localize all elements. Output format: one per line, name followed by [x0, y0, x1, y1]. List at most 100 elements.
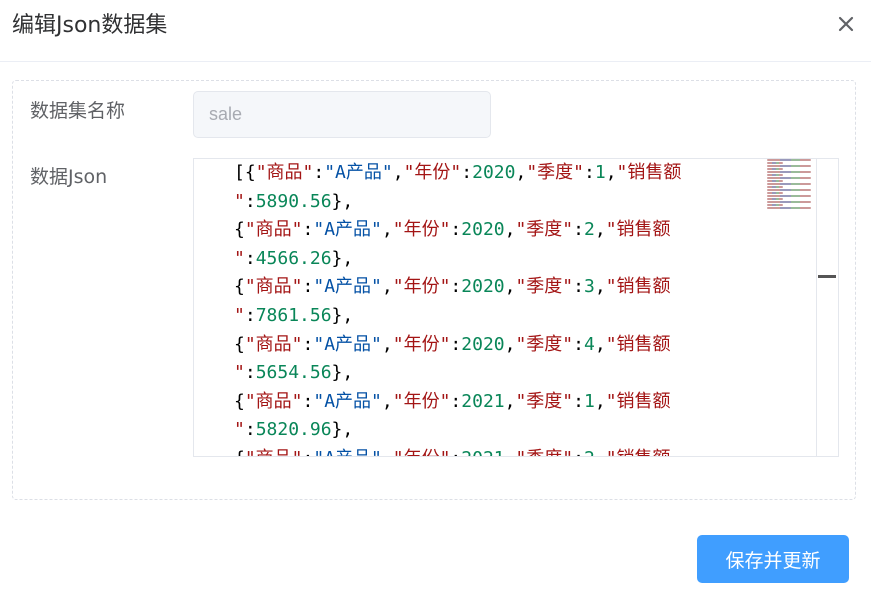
code-token: ,: [504, 333, 516, 355]
minimap-line: [767, 180, 783, 182]
code-token: },: [331, 362, 354, 384]
code-token: "A产品": [313, 219, 382, 241]
minimap-line: [767, 162, 783, 164]
code-token: 5890.56: [255, 190, 332, 212]
dialog-title: 编辑Json数据集: [12, 13, 168, 38]
save-and-update-button[interactable]: 保存并更新: [697, 535, 849, 583]
code-token: "年份": [392, 219, 451, 241]
code-token: "商品": [244, 276, 303, 298]
code-token: "商品": [245, 448, 303, 456]
code-token: {: [234, 276, 245, 298]
code-token: :: [244, 362, 256, 384]
code-token: "销售额: [605, 333, 671, 355]
code-token: [{: [234, 162, 256, 183]
minimap-line: [767, 183, 811, 185]
minimap-line: [767, 168, 783, 170]
code-token: ,: [515, 162, 527, 183]
code-token: ,: [594, 219, 606, 241]
minimap-line: [767, 165, 811, 167]
code-token: ,: [381, 390, 393, 412]
code-token: ": [234, 304, 245, 326]
code-token: 2: [584, 448, 595, 456]
code-token: :: [584, 162, 595, 183]
code-token: "年份": [403, 162, 462, 183]
code-token: "销售额: [605, 390, 671, 412]
code-token: "A产品": [313, 448, 382, 456]
code-token: 1: [594, 162, 606, 183]
code-token: :: [244, 419, 256, 441]
code-line: {"商品":"A产品","年份":2021,"季度":2,"销售额: [234, 445, 804, 456]
code-token: 1: [584, 390, 595, 412]
code-token: {: [234, 448, 245, 456]
code-line: {"商品":"A产品","年份":2020,"季度":3,"销售额: [234, 273, 804, 302]
editor-minimap[interactable]: [767, 159, 815, 211]
code-line: {"商品":"A产品","年份":2020,"季度":2,"销售额: [234, 216, 804, 245]
code-token: ,: [504, 276, 516, 298]
code-token: },: [331, 247, 354, 269]
code-token: :: [573, 448, 584, 456]
code-token: 2021: [461, 390, 505, 412]
code-token: "季度": [515, 390, 574, 412]
code-token: "销售额: [605, 276, 671, 298]
code-content[interactable]: [{"商品":"A产品","年份":2020,"季度":1,"销售额 ":5890…: [234, 159, 804, 456]
code-token: "商品": [244, 333, 303, 355]
editor-scrollbar-thumb[interactable]: [818, 275, 836, 278]
code-token: },: [331, 419, 354, 441]
code-line: {"商品":"A产品","年份":2020,"季度":4,"销售额: [234, 331, 804, 360]
code-token: :: [573, 333, 584, 355]
code-token: :: [244, 247, 256, 269]
code-token: :: [573, 219, 584, 241]
code-token: ,: [504, 219, 516, 241]
dataset-name-input[interactable]: [193, 91, 491, 138]
minimap-line: [767, 201, 811, 203]
code-line: ":4566.26},: [234, 245, 804, 274]
minimap-line: [767, 207, 811, 209]
code-token: 4: [584, 333, 595, 355]
code-token: "年份": [392, 333, 451, 355]
code-token: ,: [381, 219, 393, 241]
code-token: ,: [381, 276, 393, 298]
code-token: :: [313, 162, 325, 183]
code-token: :: [450, 448, 461, 456]
code-token: :: [302, 276, 314, 298]
code-token: "季度": [515, 333, 574, 355]
code-token: 2020: [461, 276, 505, 298]
code-token: "季度": [515, 448, 573, 456]
code-token: :: [450, 219, 462, 241]
code-token: "季度": [515, 276, 574, 298]
code-token: :: [244, 190, 256, 212]
minimap-line: [767, 174, 783, 176]
code-token: ,: [381, 333, 393, 355]
minimap-line: [767, 192, 783, 194]
code-token: 2020: [461, 219, 505, 241]
code-token: },: [331, 304, 354, 326]
code-token: ,: [594, 276, 606, 298]
dataset-name-label: 数据集名称: [30, 100, 126, 122]
code-token: {: [234, 219, 245, 241]
code-token: :: [573, 390, 584, 412]
code-line: {"商品":"A产品","年份":2021,"季度":1,"销售额: [234, 388, 804, 417]
header-divider: [0, 61, 871, 62]
code-token: ,: [392, 162, 404, 183]
minimap-line: [767, 171, 811, 173]
code-token: "销售额: [606, 448, 671, 456]
code-token: :: [303, 448, 314, 456]
code-token: {: [234, 390, 245, 412]
code-token: 3: [584, 276, 595, 298]
code-token: "商品": [244, 219, 303, 241]
code-token: "年份": [392, 390, 451, 412]
code-token: ": [234, 362, 245, 384]
code-token: :: [450, 390, 462, 412]
json-code-editor[interactable]: [{"商品":"A产品","年份":2020,"季度":1,"销售额 ":5890…: [193, 158, 839, 457]
close-button[interactable]: [836, 14, 856, 34]
code-line: ":5654.56},: [234, 359, 804, 388]
code-token: :: [450, 333, 462, 355]
code-token: 2: [584, 219, 595, 241]
minimap-line: [767, 198, 783, 200]
code-token: ,: [594, 390, 606, 412]
minimap-line: [767, 177, 811, 179]
minimap-line: [767, 159, 811, 161]
close-icon: [838, 16, 854, 32]
editor-scrollbar-track[interactable]: [816, 159, 817, 456]
minimap-line: [767, 189, 811, 191]
